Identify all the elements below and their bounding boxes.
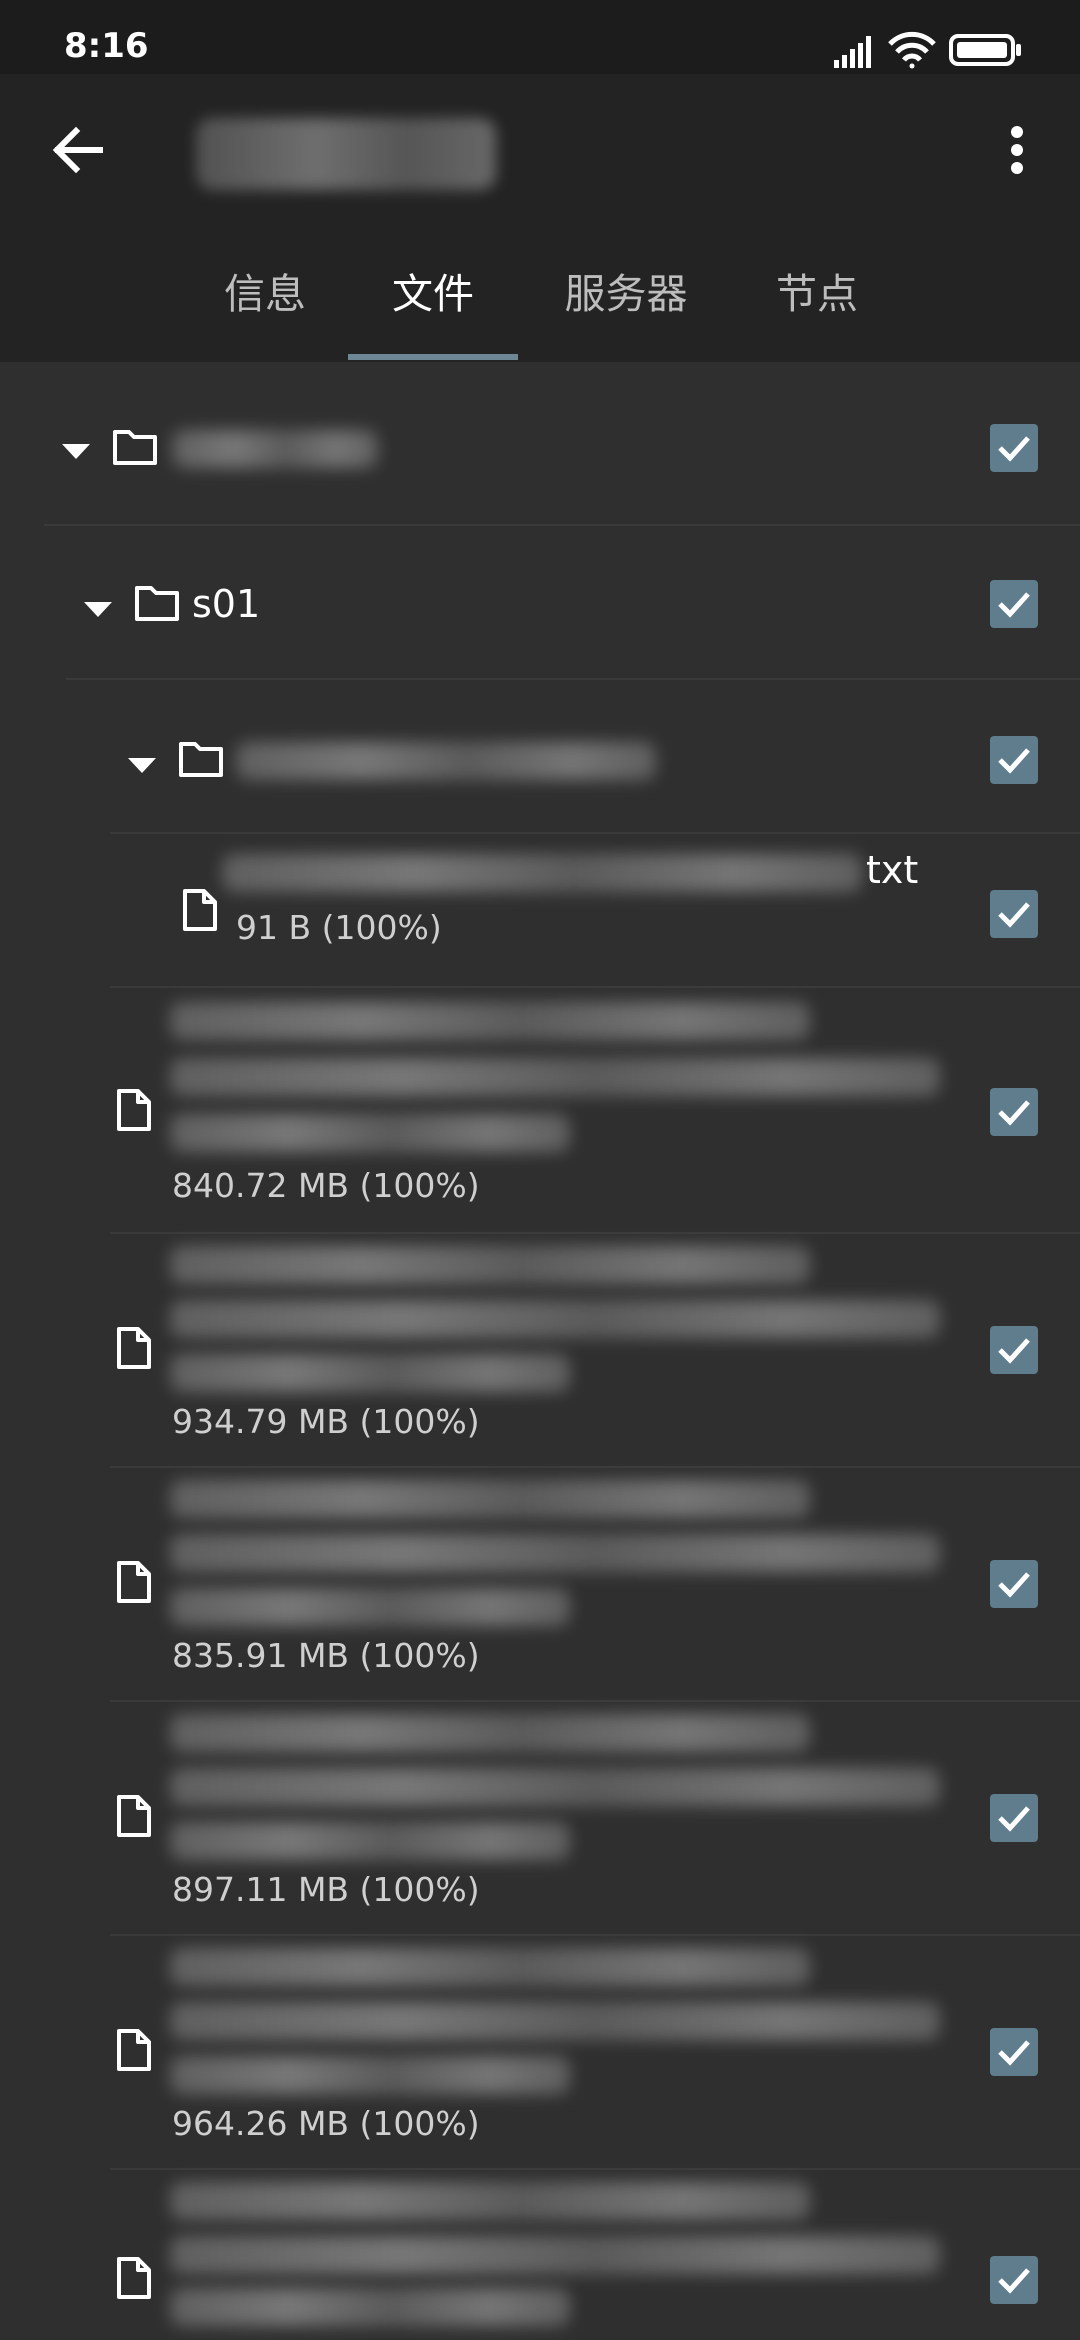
- file-name-redacted: [170, 2288, 570, 2326]
- status-bar: 8:16: [0, 0, 1080, 74]
- file-name-redacted: [170, 1114, 570, 1152]
- tab-files[interactable]: 文件: [378, 240, 488, 360]
- tree-row-video-file[interactable]: 840.72 MB (100%): [0, 988, 1080, 1234]
- file-name-redacted: [170, 1002, 810, 1040]
- file-name-redacted: [170, 1300, 940, 1338]
- file-name-redacted: [170, 1058, 940, 1096]
- more-vert-icon: [1011, 126, 1023, 174]
- checkbox-txt-file[interactable]: [990, 890, 1038, 938]
- tree-row-s01-folder[interactable]: s01: [0, 526, 1080, 680]
- check-icon: [998, 902, 1030, 928]
- file-icon: [182, 888, 218, 936]
- expand-arrow-icon[interactable]: [84, 602, 112, 617]
- file-size: 964.26 MB (100%): [172, 2104, 480, 2143]
- checkbox-s01-folder[interactable]: [990, 580, 1038, 628]
- file-name-redacted: [222, 854, 862, 892]
- file-size: 835.91 MB (100%): [172, 1636, 480, 1675]
- checkbox-video-file[interactable]: [990, 1088, 1038, 1136]
- file-name-redacted: [170, 1480, 810, 1518]
- signal-icon: [834, 36, 871, 68]
- check-icon: [998, 748, 1030, 774]
- check-icon: [998, 1806, 1030, 1832]
- expand-arrow-icon[interactable]: [128, 758, 156, 773]
- battery-icon: [949, 34, 1021, 66]
- check-icon: [998, 436, 1030, 462]
- folder-name-redacted: [172, 430, 378, 468]
- tab-nodes[interactable]: 节点: [762, 240, 872, 360]
- file-icon: [116, 1088, 152, 1136]
- file-icon: [116, 1560, 152, 1608]
- tree-row-video-file[interactable]: [0, 2170, 1080, 2340]
- tree-row-root-folder[interactable]: [0, 362, 1080, 526]
- check-icon: [998, 2040, 1030, 2066]
- file-icon: [116, 2256, 152, 2304]
- file-name-redacted: [170, 2002, 940, 2040]
- folder-icon: [134, 584, 180, 626]
- tab-bar: 信息 文件 服务器 节点: [0, 240, 1080, 360]
- tree-row-video-file[interactable]: 835.91 MB (100%): [0, 1468, 1080, 1702]
- folder-icon: [178, 740, 224, 782]
- file-size: 840.72 MB (100%): [172, 1166, 480, 1205]
- folder-name-redacted: [236, 742, 656, 780]
- checkbox-sub-folder[interactable]: [990, 736, 1038, 784]
- status-time: 8:16: [64, 26, 149, 66]
- checkbox-video-file[interactable]: [990, 2256, 1038, 2304]
- check-icon: [998, 1572, 1030, 1598]
- file-name-redacted: [170, 2182, 810, 2220]
- arrow-back-icon: [52, 126, 103, 174]
- tree-row-txt-file[interactable]: txt 91 B (100%): [0, 834, 1080, 988]
- tab-indicator: [348, 354, 518, 360]
- wifi-icon: [888, 31, 936, 69]
- file-icon: [116, 1326, 152, 1374]
- checkbox-root-folder[interactable]: [990, 424, 1038, 472]
- file-size: 91 B (100%): [236, 908, 442, 947]
- file-tree[interactable]: s01 txt 91 B (100%) 840.72 MB (100%) 934…: [0, 362, 1080, 2340]
- file-name-redacted: [170, 1246, 810, 1284]
- tree-row-sub-folder[interactable]: [0, 680, 1080, 834]
- checkbox-video-file[interactable]: [990, 2028, 1038, 2076]
- checkbox-video-file[interactable]: [990, 1794, 1038, 1842]
- file-name-redacted: [170, 1534, 940, 1572]
- file-extension: txt: [866, 848, 919, 892]
- file-name-redacted: [170, 1948, 810, 1986]
- file-icon: [116, 1794, 152, 1842]
- tree-row-video-file[interactable]: 934.79 MB (100%): [0, 1234, 1080, 1468]
- status-icons: [834, 30, 1024, 70]
- checkbox-video-file[interactable]: [990, 1326, 1038, 1374]
- back-button[interactable]: [46, 118, 110, 182]
- check-icon: [998, 1338, 1030, 1364]
- file-name-redacted: [170, 1714, 810, 1752]
- folder-icon: [112, 428, 158, 470]
- tree-row-video-file[interactable]: 964.26 MB (100%): [0, 1936, 1080, 2170]
- file-size: 934.79 MB (100%): [172, 1402, 480, 1441]
- file-name-redacted: [170, 1822, 570, 1860]
- more-button[interactable]: [1000, 118, 1034, 182]
- torrent-title-redacted: [196, 118, 496, 190]
- file-icon: [116, 2028, 152, 2076]
- file-name-redacted: [170, 1354, 570, 1392]
- tree-row-video-file[interactable]: 897.11 MB (100%): [0, 1702, 1080, 1936]
- checkbox-video-file[interactable]: [990, 1560, 1038, 1608]
- tab-info[interactable]: 信息: [210, 240, 320, 360]
- folder-name: s01: [192, 582, 261, 626]
- expand-arrow-icon[interactable]: [62, 444, 90, 459]
- check-icon: [998, 592, 1030, 618]
- file-name-redacted: [170, 1768, 940, 1806]
- tab-servers[interactable]: 服务器: [556, 240, 696, 360]
- file-name-redacted: [170, 2236, 940, 2274]
- file-name-redacted: [170, 2056, 570, 2094]
- check-icon: [998, 2268, 1030, 2294]
- file-size: 897.11 MB (100%): [172, 1870, 480, 1909]
- file-name-redacted: [170, 1588, 570, 1626]
- check-icon: [998, 1100, 1030, 1126]
